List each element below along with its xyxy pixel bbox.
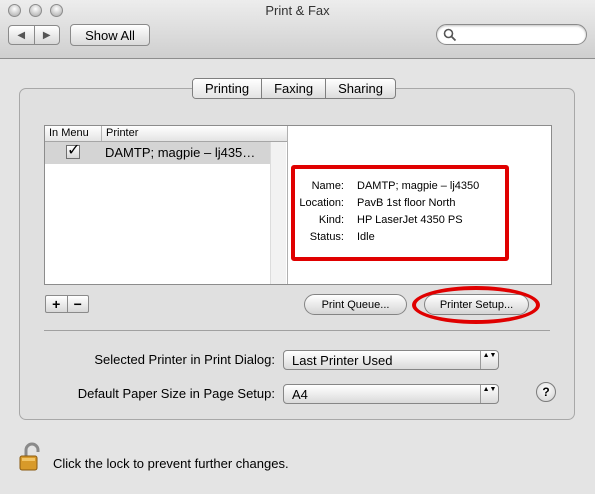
info-label-status: Status:: [309, 231, 344, 243]
help-button[interactable]: ?: [536, 382, 556, 402]
print-fax-window: Print & Fax ◀ ▶ Show All Printing Faxing…: [0, 0, 595, 494]
info-value-location: PavB 1st floor North: [357, 197, 456, 209]
search-icon: [443, 28, 457, 42]
back-forward-control: ◀ ▶: [8, 25, 60, 45]
lock-icon[interactable]: [18, 442, 44, 472]
printer-setup-button[interactable]: Printer Setup...: [424, 294, 529, 315]
paper-size-value: A4: [292, 387, 308, 402]
tab-printing[interactable]: Printing: [193, 79, 262, 98]
printer-list-header: In Menu Printer: [45, 126, 287, 142]
add-printer-button[interactable]: +: [46, 296, 67, 312]
popup-arrows-icon: ▲▼: [480, 351, 498, 369]
info-label-kind: Kind:: [318, 214, 344, 226]
list-scrollbar[interactable]: [270, 142, 286, 284]
column-header-in-menu[interactable]: In Menu: [49, 127, 89, 139]
printer-info-box: Name: DAMTP; magpie – lj4350 Location: P…: [291, 165, 509, 261]
forward-button[interactable]: ▶: [33, 26, 60, 44]
info-value-status: Idle: [357, 231, 375, 243]
separator: [44, 330, 550, 331]
printer-row[interactable]: ✓ DAMTP; magpie – lj435…: [45, 142, 270, 164]
selected-printer-popup[interactable]: Last Printer Used ▲▼: [283, 350, 499, 370]
info-label-location: Location:: [299, 197, 344, 209]
paper-size-popup[interactable]: A4 ▲▼: [283, 384, 499, 404]
tab-faxing[interactable]: Faxing: [261, 79, 325, 98]
show-all-button[interactable]: Show All: [70, 24, 150, 46]
remove-printer-button[interactable]: −: [66, 296, 89, 312]
printer-list[interactable]: In Menu Printer ✓ DAMTP; magpie – lj435…: [45, 126, 288, 284]
in-menu-checkbox[interactable]: ✓: [66, 142, 80, 159]
paper-size-label: Default Paper Size in Page Setup:: [77, 386, 275, 401]
info-value-name: DAMTP; magpie – lj4350: [357, 180, 480, 192]
column-header-printer[interactable]: Printer: [106, 127, 138, 139]
info-label-name: Name:: [311, 180, 344, 192]
title-bar: Print & Fax ◀ ▶ Show All: [0, 0, 595, 59]
print-queue-button[interactable]: Print Queue...: [304, 294, 407, 315]
lock-message: Click the lock to prevent further change…: [53, 456, 289, 471]
selected-printer-label: Selected Printer in Print Dialog:: [94, 352, 275, 367]
popup-arrows-icon: ▲▼: [480, 385, 498, 403]
help-icon: ?: [542, 385, 550, 399]
checkbox-icon: ✓: [67, 142, 81, 159]
search-input[interactable]: [436, 24, 587, 45]
add-remove-control: + −: [45, 295, 89, 313]
info-value-kind: HP LaserJet 4350 PS: [357, 214, 463, 226]
tab-sharing[interactable]: Sharing: [325, 79, 395, 98]
tab-bar: Printing Faxing Sharing: [192, 78, 396, 99]
printer-name: DAMTP; magpie – lj435…: [105, 145, 256, 160]
back-button[interactable]: ◀: [9, 26, 34, 44]
window-title: Print & Fax: [265, 3, 330, 18]
column-divider: [101, 126, 102, 141]
selected-printer-value: Last Printer Used: [292, 353, 393, 368]
